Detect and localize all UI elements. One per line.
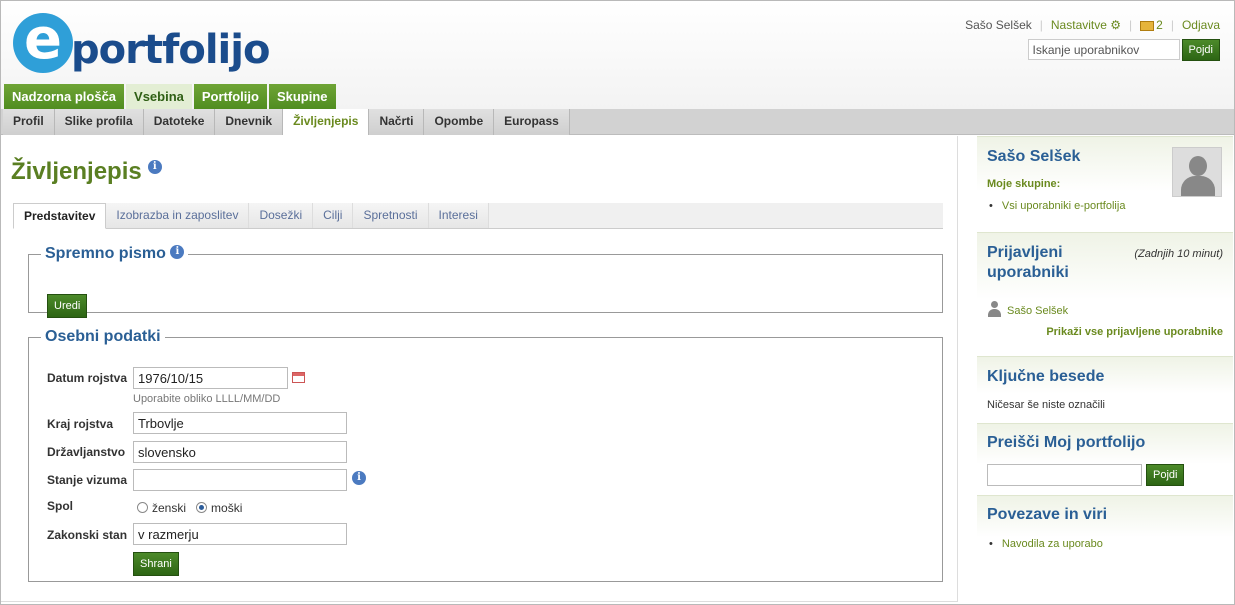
gender-label: Spol — [47, 499, 73, 513]
sidebar: Sašo Selšek Moje skupine: • Vsi uporabni… — [977, 136, 1233, 602]
user-search-button[interactable]: Pojdi — [1181, 39, 1220, 61]
sub-nav: Profil Slike profila Datoteke Dnevnik Ži… — [1, 109, 1234, 135]
dob-hint: Uporabite obliko LLLL/MM/DD — [133, 393, 281, 405]
user-menu: Sašo Selšek | Nastavitve ⚙ | 2 | Odjava — [965, 18, 1220, 32]
sidebar-online-users: Prijavljeni uporabniki (Zadnjih 10 minut)… — [977, 232, 1233, 344]
messages-link[interactable]: 2 — [1140, 18, 1163, 32]
user-guide-link[interactable]: Navodila za uporabo — [1002, 538, 1103, 550]
sub-tab-notes[interactable]: Opombe — [424, 109, 495, 135]
main-tab-portfolio[interactable]: Portfolijo — [193, 84, 267, 110]
gender-radio-group: ženski moški — [137, 501, 242, 515]
messages-count: 2 — [1156, 18, 1163, 32]
sub-tab-profile[interactable]: Profil — [3, 109, 55, 135]
online-user-link[interactable]: Sašo Selšek — [1007, 305, 1068, 317]
avatar[interactable] — [1172, 147, 1222, 197]
tab-goals[interactable]: Cilji — [313, 203, 354, 228]
separator: | — [1170, 18, 1174, 32]
my-groups-label: Moje skupine: — [987, 178, 1061, 190]
gear-icon: ⚙ — [1110, 18, 1122, 32]
info-icon[interactable]: i — [147, 160, 162, 174]
settings-link[interactable]: Nastavitve ⚙ — [1051, 18, 1121, 32]
logo-e: e — [13, 12, 73, 73]
user-icon — [987, 301, 1001, 317]
gender-female-option[interactable]: ženski — [137, 501, 186, 515]
page-title: Življenjepis i — [11, 158, 162, 186]
sub-tab-plans[interactable]: Načrti — [369, 109, 425, 135]
tags-title: Ključne besede — [987, 368, 1105, 385]
sub-tab-journal[interactable]: Dnevnik — [215, 109, 284, 135]
sub-tab-europass[interactable]: Europass — [494, 109, 570, 135]
main-tab-content[interactable]: Vsebina — [126, 84, 192, 110]
sub-tab-profile-images[interactable]: Slike profila — [54, 109, 144, 135]
tab-introduction[interactable]: Predstavitev — [13, 203, 107, 229]
visa-label: Stanje vizuma — [47, 473, 128, 487]
user-name: Sašo Selšek — [965, 18, 1032, 32]
portfolio-search-title: Preišči Moj portfolijo — [987, 434, 1146, 451]
portfolio-search-input[interactable] — [987, 464, 1142, 486]
resume-tabs: Predstavitev Izobrazba in zaposlitev Dos… — [13, 203, 943, 229]
sidebar-links: Povezave in viri • Navodila za uporabo — [977, 495, 1233, 565]
tab-achievements[interactable]: Dosežki — [249, 203, 314, 228]
cover-letter-legend: Spremno pismo i — [41, 245, 188, 263]
links-list-item: • Navodila za uporabo — [989, 538, 1103, 550]
visa-field[interactable] — [133, 469, 347, 491]
edit-cover-letter-button[interactable]: Uredi — [47, 294, 88, 318]
main-tab-dashboard[interactable]: Nadzorna plošča — [4, 84, 125, 110]
citizenship-field[interactable] — [133, 441, 347, 463]
birthplace-field[interactable] — [133, 412, 347, 434]
online-user-item: Sašo Selšek — [987, 301, 1068, 317]
group-link[interactable]: Vsi uporabniki e-portfolija — [1002, 200, 1126, 212]
cover-letter-section: Spremno pismo i Uredi — [28, 245, 943, 318]
marital-field[interactable] — [133, 523, 347, 545]
main-tab-groups[interactable]: Skupine — [268, 84, 336, 110]
main-nav: Nadzorna plošča Vsebina Portfolijo Skupi… — [4, 84, 336, 110]
user-search-input[interactable] — [1027, 39, 1180, 60]
personal-info-section: Osebni podatki Datum rojstva Uporabite o… — [28, 328, 943, 582]
show-all-online-link[interactable]: Prikaži vse prijavljene uporabnike — [1046, 326, 1223, 338]
separator: | — [1129, 18, 1133, 32]
dob-field[interactable] — [133, 367, 288, 389]
citizenship-label: Državljanstvo — [47, 445, 126, 459]
sidebar-profile-name[interactable]: Sašo Selšek — [987, 148, 1080, 166]
logout-link[interactable]: Odjava — [1182, 18, 1220, 32]
sub-tab-files[interactable]: Datoteke — [143, 109, 216, 135]
save-button[interactable]: Shrani — [133, 552, 179, 576]
radio-male[interactable] — [196, 502, 208, 513]
sidebar-profile: Sašo Selšek Moje skupine: • Vsi uporabni… — [977, 136, 1233, 228]
tab-education-employment[interactable]: Izobrazba in zaposlitev — [106, 203, 250, 228]
sub-tab-resume[interactable]: Življenjepis — [283, 109, 370, 135]
info-icon[interactable]: i — [170, 245, 185, 259]
gender-male-option[interactable]: moški — [196, 501, 242, 515]
links-title: Povezave in viri — [987, 506, 1108, 523]
header: e portfolijo Sašo Selšek | Nastavitve ⚙ … — [1, 1, 1234, 110]
separator: | — [1039, 18, 1043, 32]
user-search: Pojdi — [1027, 39, 1220, 61]
sidebar-portfolio-search: Preišči Moj portfolijo Pojdi — [977, 423, 1233, 491]
sidebar-tags: Ključne besede Ničesar še niste označili — [977, 356, 1233, 418]
dob-label: Datum rojstva — [47, 371, 128, 385]
mail-icon — [1140, 20, 1155, 31]
personal-info-legend: Osebni podatki — [45, 328, 161, 345]
birthplace-label: Kraj rojstva — [47, 417, 114, 431]
tags-empty-text: Ničesar še niste označili — [987, 399, 1105, 411]
logo-text: portfolijo — [71, 27, 270, 73]
online-period: (Zadnjih 10 minut) — [1134, 248, 1223, 260]
logo[interactable]: e portfolijo — [11, 12, 270, 79]
online-users-title: Prijavljeni uporabniki — [987, 244, 1069, 281]
tab-skills[interactable]: Spretnosti — [353, 203, 429, 228]
show-all-online: Prikaži vse prijavljene uporabnike — [1046, 326, 1223, 338]
tab-interests[interactable]: Interesi — [428, 203, 489, 228]
calendar-icon[interactable] — [292, 372, 305, 383]
radio-female[interactable] — [137, 502, 148, 513]
info-icon[interactable]: i — [352, 471, 366, 485]
portfolio-search-button[interactable]: Pojdi — [1146, 464, 1185, 486]
main-content: Življenjepis i Predstavitev Izobrazba in … — [1, 136, 958, 602]
group-list-item: • Vsi uporabniki e-portfolija — [989, 200, 1126, 212]
marital-label: Zakonski stan — [47, 528, 128, 542]
